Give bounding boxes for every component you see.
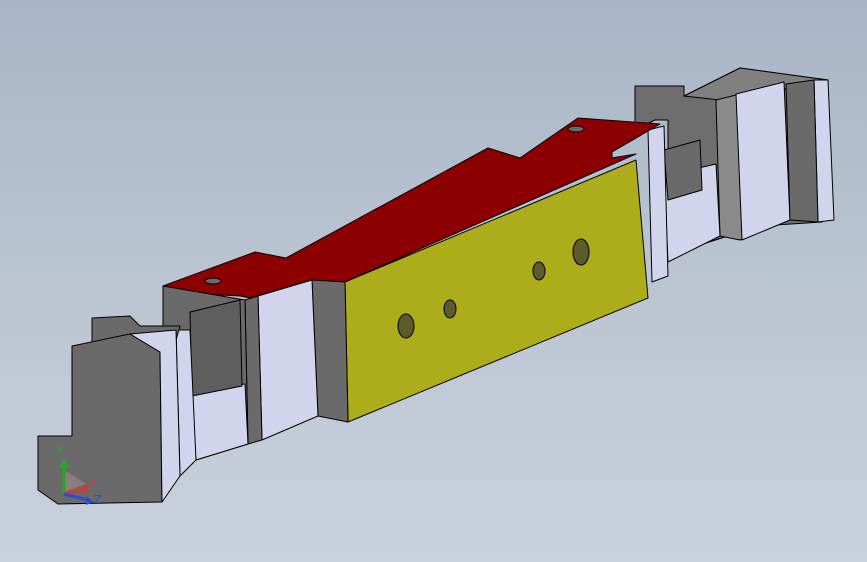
graphics-viewport[interactable]: Y X Z: [0, 0, 867, 562]
front-hole-1: [397, 313, 415, 339]
left-block-front-face: [37, 333, 163, 505]
front-hole-3: [532, 261, 546, 281]
triad-x-label: X: [88, 476, 96, 489]
right-block-side-light: [647, 125, 669, 283]
triad-y-label: Y: [56, 444, 64, 457]
body-left-light-face: [257, 279, 319, 441]
right-end-block[interactable]: [634, 67, 835, 283]
top-hole-left: [204, 277, 222, 285]
left-block-dark-slot: [189, 299, 243, 397]
front-hole-4: [572, 238, 590, 266]
left-block-inner-light: [189, 383, 249, 461]
top-hole-right: [567, 125, 585, 133]
right-block-dark-slot: [785, 79, 819, 223]
triad-z-label: Z: [94, 493, 102, 506]
right-block-recess: [663, 139, 703, 201]
front-hole-2: [443, 299, 457, 319]
right-block-light-face: [735, 81, 791, 241]
3d-model-view[interactable]: Y X Z: [0, 0, 867, 562]
left-end-block[interactable]: [37, 285, 249, 505]
